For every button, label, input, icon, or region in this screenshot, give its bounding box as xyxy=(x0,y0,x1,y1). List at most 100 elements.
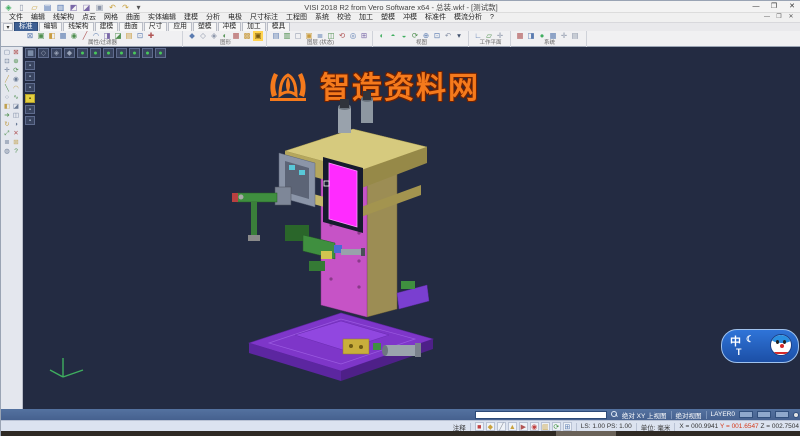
menu-item[interactable]: 系统 xyxy=(311,13,333,22)
iso-view-icon[interactable]: ◐ xyxy=(377,31,387,41)
layer-new-icon[interactable]: ▤ xyxy=(271,31,281,41)
menu-item[interactable]: 文件 xyxy=(5,13,27,22)
menu-item[interactable]: 分析 xyxy=(202,13,224,22)
info-tool-icon[interactable]: ◍ xyxy=(3,148,11,156)
menu-item[interactable]: 尺寸标注 xyxy=(246,13,282,22)
copy-tool-icon[interactable]: ◫ xyxy=(12,112,20,120)
top-view-icon[interactable]: ◓ xyxy=(388,31,398,41)
rotate-tool-icon[interactable]: ↻ xyxy=(3,121,11,129)
menu-item[interactable]: ? xyxy=(486,13,498,22)
pencil-icon[interactable]: ╱ xyxy=(497,422,506,431)
minimize-button[interactable]: — xyxy=(747,1,765,13)
filter-all-icon[interactable]: ▦ xyxy=(58,31,68,41)
filter-points-icon[interactable]: ◉ xyxy=(69,31,79,41)
menu-item[interactable]: 标准件 xyxy=(421,13,450,22)
film-icon[interactable]: ▥ xyxy=(541,422,550,431)
menu-item[interactable]: 冲模 xyxy=(399,13,421,22)
move-tool-icon[interactable]: ➔ xyxy=(3,112,11,120)
tools-icon[interactable]: ✛ xyxy=(559,31,569,41)
selection-mask-icon[interactable]: ⊡ xyxy=(135,31,145,41)
printer-icon[interactable]: ▤ xyxy=(570,31,580,41)
zoom-fit-tool-icon[interactable]: ⊕ xyxy=(12,58,20,66)
menu-item[interactable]: 工程图 xyxy=(282,13,311,22)
erase-tool-icon[interactable]: ⊠ xyxy=(12,49,20,57)
measure-tool-icon[interactable]: ╱ xyxy=(3,76,11,84)
filter-layer-icon[interactable]: ▤ xyxy=(124,31,134,41)
menu-item[interactable]: 校验 xyxy=(333,13,355,22)
flag-icon[interactable]: ▲ xyxy=(508,422,517,431)
menu-item[interactable]: 线架构 xyxy=(49,13,78,22)
surface-tool-icon[interactable]: ◧ xyxy=(3,103,11,111)
trim-tool-icon[interactable]: ✕ xyxy=(12,130,20,138)
line-tool-icon[interactable]: ╲ xyxy=(3,85,11,93)
menu-item[interactable]: 编辑 xyxy=(27,13,49,22)
pan-tool-icon[interactable]: ✛ xyxy=(3,67,11,75)
zoom-window-tool-icon[interactable]: ⊡ xyxy=(3,58,11,66)
toolbar-dropdown-button[interactable]: ▾ xyxy=(3,23,13,31)
color-table-icon[interactable]: ▦ xyxy=(231,31,241,41)
mdi-restore-button[interactable]: ❐ xyxy=(773,13,785,22)
transport-icon[interactable]: ▶ xyxy=(519,422,528,431)
zoom-window-icon[interactable]: ⊡ xyxy=(432,31,442,41)
palette-icon[interactable]: ▦ xyxy=(515,31,525,41)
screenshot-icon[interactable]: ◨ xyxy=(526,31,536,41)
scale-tool-icon[interactable]: ⤢ xyxy=(3,130,11,138)
mdi-minimize-button[interactable]: — xyxy=(761,13,773,22)
isolate-icon[interactable]: ◎ xyxy=(348,31,358,41)
hidden-line-icon[interactable]: ◈ xyxy=(209,31,219,41)
select-tool-icon[interactable]: ▢ xyxy=(3,49,11,57)
named-views-icon[interactable]: ▾ xyxy=(454,31,464,41)
layer-status[interactable]: LAYER0 xyxy=(711,411,735,418)
menu-item[interactable]: 塑模 xyxy=(377,13,399,22)
menu-item[interactable]: 加工 xyxy=(355,13,377,22)
attributes-icon[interactable]: ▣ xyxy=(36,31,46,41)
taskbar-active-app[interactable] xyxy=(556,431,616,436)
layers-tool-icon[interactable]: ≣ xyxy=(3,139,11,147)
group-icon[interactable]: ⊞ xyxy=(359,31,369,41)
menu-item[interactable]: 电极 xyxy=(224,13,246,22)
help-tool-icon[interactable]: ? xyxy=(12,148,20,156)
crosshair-icon[interactable]: ⊞ xyxy=(563,422,572,431)
point-tool-icon[interactable]: ◉ xyxy=(12,76,20,84)
marker-icon[interactable]: ◉ xyxy=(530,422,539,431)
refresh-icon[interactable]: ⟳ xyxy=(552,422,561,431)
ime-toolbar[interactable]: 中 ☾ T xyxy=(721,329,799,363)
arc-tool-icon[interactable]: ◠ xyxy=(12,85,20,93)
curve-tool-icon[interactable]: ∿ xyxy=(12,94,20,102)
circle-tool-icon[interactable]: ○ xyxy=(3,94,11,102)
layer-off-icon[interactable]: ▢ xyxy=(293,31,303,41)
os-taskbar[interactable] xyxy=(1,431,800,436)
search-input[interactable] xyxy=(475,411,607,419)
ime-skin-icon[interactable]: T xyxy=(736,347,742,357)
paintbrush-icon[interactable]: ◆ xyxy=(486,422,495,431)
annotation-toggle[interactable]: 注释 xyxy=(453,422,466,432)
wireframe-view-icon[interactable]: ◇ xyxy=(198,31,208,41)
highlight-icon[interactable]: ▣ xyxy=(253,31,263,41)
menu-item[interactable]: 曲面 xyxy=(122,13,144,22)
maximize-button[interactable]: ❐ xyxy=(765,1,783,13)
groups-tool-icon[interactable]: ⊞ xyxy=(12,139,20,147)
solid-tool-icon[interactable]: ◪ xyxy=(12,103,20,111)
mirror-tool-icon[interactable]: ◑ xyxy=(12,121,20,129)
close-button[interactable]: ✕ xyxy=(783,1,800,13)
workplane-status[interactable]: 绝对 XY 上视图 xyxy=(622,410,667,420)
menu-item[interactable]: 网格 xyxy=(100,13,122,22)
front-view-icon[interactable]: ◒ xyxy=(399,31,409,41)
search-icon[interactable] xyxy=(611,411,618,418)
view-status[interactable]: 绝对视图 xyxy=(676,410,702,420)
mdi-close-button[interactable]: ✕ xyxy=(785,13,797,22)
layer-on-icon[interactable]: ▥ xyxy=(282,31,292,41)
rotate-view-tool-icon[interactable]: ⟳ xyxy=(12,67,20,75)
viewport-3d[interactable]: ▦◇◈◆●●●●●●● ▪▪▪▪▪▪ 智造资料网 xyxy=(23,47,800,409)
erase-icon[interactable]: ⊠ xyxy=(25,31,35,41)
menu-item[interactable]: 建模 xyxy=(180,13,202,22)
menu-item[interactable]: 模流分析 xyxy=(450,13,486,22)
previous-view-icon[interactable]: ↶ xyxy=(443,31,453,41)
ime-moon-icon[interactable]: ☾ xyxy=(746,334,754,345)
menu-item[interactable]: 实体编辑 xyxy=(144,13,180,22)
shaded-view-icon[interactable]: ◆ xyxy=(187,31,197,41)
material-icon[interactable]: ▩ xyxy=(242,31,252,41)
attribute-brush-icon[interactable]: ◧ xyxy=(47,31,57,41)
menu-item[interactable]: 点云 xyxy=(78,13,100,22)
color-swatch-icon[interactable]: ■ xyxy=(475,422,484,431)
